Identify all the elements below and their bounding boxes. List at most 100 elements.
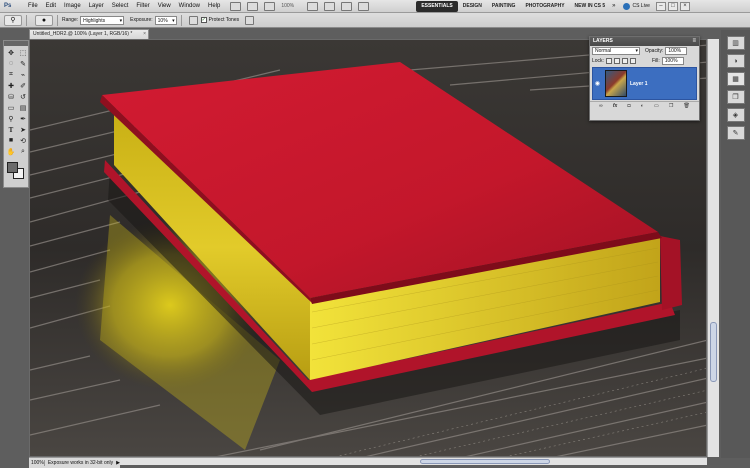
brush-preset-picker[interactable]: ●	[35, 14, 53, 26]
layers-panel-title: LAYERS	[593, 38, 613, 44]
dock-color-icon[interactable]: ▥	[726, 36, 745, 50]
divider	[180, 14, 182, 26]
brush-tool-icon[interactable]: ✐	[17, 80, 29, 91]
maximize-button[interactable]: □	[667, 1, 678, 11]
link-icon[interactable]: ∞	[599, 103, 603, 109]
menu-window[interactable]: Window	[175, 0, 204, 13]
workspace-photography[interactable]: PHOTOGRAPHY	[520, 1, 569, 12]
status-menu-arrow[interactable]: ▶	[116, 460, 120, 466]
vertical-scroll-thumb[interactable]	[710, 322, 717, 382]
menu-layer[interactable]: Layer	[85, 0, 108, 13]
rotate-view-icon[interactable]	[324, 1, 336, 11]
status-zoom[interactable]: 100%	[29, 460, 45, 466]
quick-selection-tool-icon[interactable]: ✎	[17, 58, 29, 69]
range-select[interactable]: Highlights	[80, 15, 125, 25]
zoom-tool-icon[interactable]: ⌕	[17, 146, 29, 157]
menu-file[interactable]: File	[24, 0, 42, 13]
arrange-documents-icon[interactable]	[341, 1, 353, 11]
menu-image[interactable]: Image	[60, 0, 85, 13]
path-selection-tool-icon[interactable]: ➤	[17, 124, 29, 135]
bridge-icon[interactable]	[230, 1, 242, 11]
mini-bridge-icon[interactable]	[247, 1, 259, 11]
lock-image-icon[interactable]	[613, 58, 620, 64]
tool-grid: ✥ ⬚ ◌ ✎ ⌗ ⌁ ✚ ✐ ⛁ ↺ ▭ ▤ ⚲ ✒ T ➤ ■ ⟲ ✋ ⌕	[4, 46, 28, 158]
tool-preset-picker[interactable]: ⚲	[4, 14, 22, 26]
opacity-label: Opacity:	[645, 48, 664, 54]
group-icon[interactable]: ▭	[654, 103, 659, 109]
hand-icon[interactable]	[307, 1, 319, 11]
eyedropper-tool-icon[interactable]: ⌁	[17, 69, 29, 80]
screen-mode-icon[interactable]	[358, 1, 370, 11]
menu-help[interactable]: Help	[204, 0, 224, 13]
marquee-tool-icon[interactable]: ⬚	[17, 47, 29, 58]
dock-masks-icon[interactable]: ▦	[726, 72, 745, 86]
trash-icon[interactable]: 🗑	[684, 103, 690, 109]
lock-position-icon[interactable]	[621, 58, 628, 64]
range-label: Range:	[62, 17, 79, 23]
menu-edit[interactable]: Edit	[42, 0, 60, 13]
menu-select[interactable]: Select	[108, 0, 133, 13]
lock-label: Lock:	[592, 58, 604, 64]
photoshop-logo: Ps	[4, 3, 12, 9]
workspace-essentials[interactable]: ESSENTIALS	[416, 0, 458, 12]
view-extras-icon[interactable]	[264, 1, 276, 11]
minimize-button[interactable]: –	[655, 1, 666, 11]
menu-filter[interactable]: Filter	[132, 0, 153, 13]
fill-input[interactable]: 100%	[661, 57, 684, 65]
workspace-more-icon[interactable]: »	[612, 3, 615, 9]
gradient-tool-icon[interactable]: ▤	[17, 102, 29, 113]
history-brush-tool-icon[interactable]: ↺	[17, 91, 29, 102]
layers-footer: ∞ fx ◘ ◐ ▭ ❐ 🗑	[590, 101, 699, 110]
clone-stamp-tool-icon[interactable]: ⛁	[5, 91, 17, 102]
workspace-new-in-cs5[interactable]: NEW IN CS 5	[570, 1, 611, 12]
layers-lock-row: Lock: Fill: 100%	[590, 56, 699, 66]
close-document-icon[interactable]: ×	[143, 30, 146, 39]
tablet-pressure-icon[interactable]	[245, 15, 255, 25]
hand-tool-icon[interactable]: ✋	[5, 146, 17, 157]
fill-label: Fill:	[651, 58, 660, 64]
dock-channels-icon[interactable]: ◈	[726, 108, 745, 122]
shape-tool-icon[interactable]: ■	[5, 135, 17, 146]
horizontal-scroll-thumb[interactable]	[420, 459, 550, 464]
workspace-painting[interactable]: PAINTING	[487, 1, 521, 12]
airbrush-icon[interactable]	[188, 15, 198, 25]
protect-tones-checkbox[interactable]: ✓	[200, 17, 207, 23]
mask-icon[interactable]: ◘	[628, 103, 631, 109]
type-tool-icon[interactable]: T	[5, 124, 17, 135]
divider	[26, 14, 27, 26]
opacity-input[interactable]: 100%	[665, 47, 688, 55]
lasso-tool-icon[interactable]: ◌	[5, 58, 17, 69]
lock-transparent-icon[interactable]	[605, 58, 612, 64]
panel-menu-icon[interactable]: ≡	[692, 37, 696, 46]
healing-brush-tool-icon[interactable]: ✚	[5, 80, 17, 91]
pen-tool-icon[interactable]: ✒	[17, 113, 29, 124]
dodge-tool-icon[interactable]: ⚲	[5, 113, 17, 124]
layer-row[interactable]: ◉ Layer 1	[592, 67, 697, 100]
blend-mode-select[interactable]: Normal	[592, 47, 640, 55]
cs-live-button[interactable]: CS Live	[623, 2, 650, 10]
visibility-eye-icon[interactable]: ◉	[593, 80, 602, 87]
new-layer-icon[interactable]: ❐	[669, 103, 673, 109]
layers-blend-row: Normal Opacity: 100%	[590, 46, 699, 56]
3d-rotate-tool-icon[interactable]: ⟲	[17, 135, 29, 146]
eraser-tool-icon[interactable]: ▭	[5, 102, 17, 113]
zoom-level[interactable]: 100%	[281, 2, 301, 11]
menu-view[interactable]: View	[154, 0, 175, 13]
foreground-color-swatch[interactable]	[7, 162, 18, 173]
document-tab[interactable]: Untitled_HDR2.@ 100% (Layer 1, RGB/16) *…	[29, 29, 149, 39]
lock-all-icon[interactable]	[629, 58, 636, 64]
fx-icon[interactable]: fx	[613, 103, 617, 109]
adjustment-icon[interactable]: ◐	[641, 103, 644, 109]
crop-tool-icon[interactable]: ⌗	[5, 69, 17, 80]
vertical-scrollbar[interactable]	[707, 39, 719, 457]
layers-panel-header[interactable]: LAYERS ≡	[590, 37, 699, 46]
close-button[interactable]: ×	[679, 1, 690, 11]
dock-paths-icon[interactable]: ✎	[726, 126, 745, 140]
horizontal-scrollbar[interactable]	[120, 457, 707, 465]
move-tool-icon[interactable]: ✥	[5, 47, 17, 58]
workspace-design[interactable]: DESIGN	[458, 1, 487, 12]
divider	[57, 14, 58, 26]
dock-adjustments-icon[interactable]: ◑	[726, 54, 745, 68]
dock-layers-icon[interactable]: ❐	[726, 90, 745, 104]
exposure-input[interactable]: 10%	[154, 15, 177, 25]
